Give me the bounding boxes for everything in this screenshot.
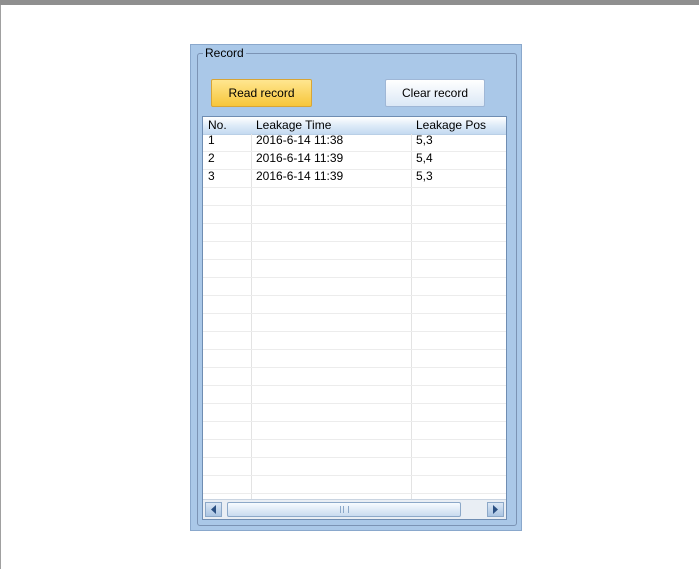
empty-row [203, 422, 506, 440]
empty-row [203, 350, 506, 368]
cell-leakage-pos: 5,3 [416, 170, 433, 183]
clear-record-button[interactable]: Clear record [385, 79, 485, 107]
empty-row [203, 260, 506, 278]
empty-row [203, 188, 506, 206]
cell-leakage-pos: 5,3 [416, 134, 433, 147]
cell-no: 1 [208, 134, 215, 147]
empty-row [203, 458, 506, 476]
cell-no: 3 [208, 170, 215, 183]
empty-row [203, 296, 506, 314]
empty-row [203, 314, 506, 332]
column-header-leakage-time[interactable]: Leakage Time [251, 117, 411, 134]
cell-no: 2 [208, 152, 215, 165]
empty-row [203, 206, 506, 224]
empty-row [203, 476, 506, 494]
empty-row [203, 278, 506, 296]
column-header-no[interactable]: No. [203, 117, 251, 134]
empty-row [203, 440, 506, 458]
window-left-border [0, 5, 1, 569]
table-row[interactable]: 2 2016-6-14 11:39 5,4 [203, 152, 506, 170]
empty-row [203, 404, 506, 422]
column-header-leakage-pos[interactable]: Leakage Pos [411, 117, 506, 134]
empty-row [203, 368, 506, 386]
empty-row [203, 332, 506, 350]
scroll-grip-icon [339, 506, 349, 513]
read-record-button[interactable]: Read record [211, 79, 312, 107]
cell-leakage-time: 2016-6-14 11:38 [256, 134, 344, 147]
cell-leakage-time: 2016-6-14 11:39 [256, 170, 344, 183]
record-group-title: Record [203, 46, 246, 60]
empty-row [203, 386, 506, 404]
empty-row [203, 242, 506, 260]
record-list[interactable]: No. Leakage Time Leakage Pos 1 2016-6-14… [202, 116, 507, 520]
table-row[interactable]: 1 2016-6-14 11:38 5,3 [203, 134, 506, 152]
cell-leakage-pos: 5,4 [416, 152, 433, 165]
empty-row [203, 224, 506, 242]
scrollbar-thumb[interactable] [227, 502, 461, 517]
window-top-border [0, 0, 699, 5]
scroll-left-arrow-icon[interactable] [205, 502, 222, 517]
list-header: No. Leakage Time Leakage Pos [203, 117, 506, 135]
cell-leakage-time: 2016-6-14 11:39 [256, 152, 344, 165]
table-row[interactable]: 3 2016-6-14 11:39 5,3 [203, 170, 506, 188]
scroll-right-arrow-icon[interactable] [487, 502, 504, 517]
horizontal-scrollbar[interactable] [203, 499, 506, 519]
